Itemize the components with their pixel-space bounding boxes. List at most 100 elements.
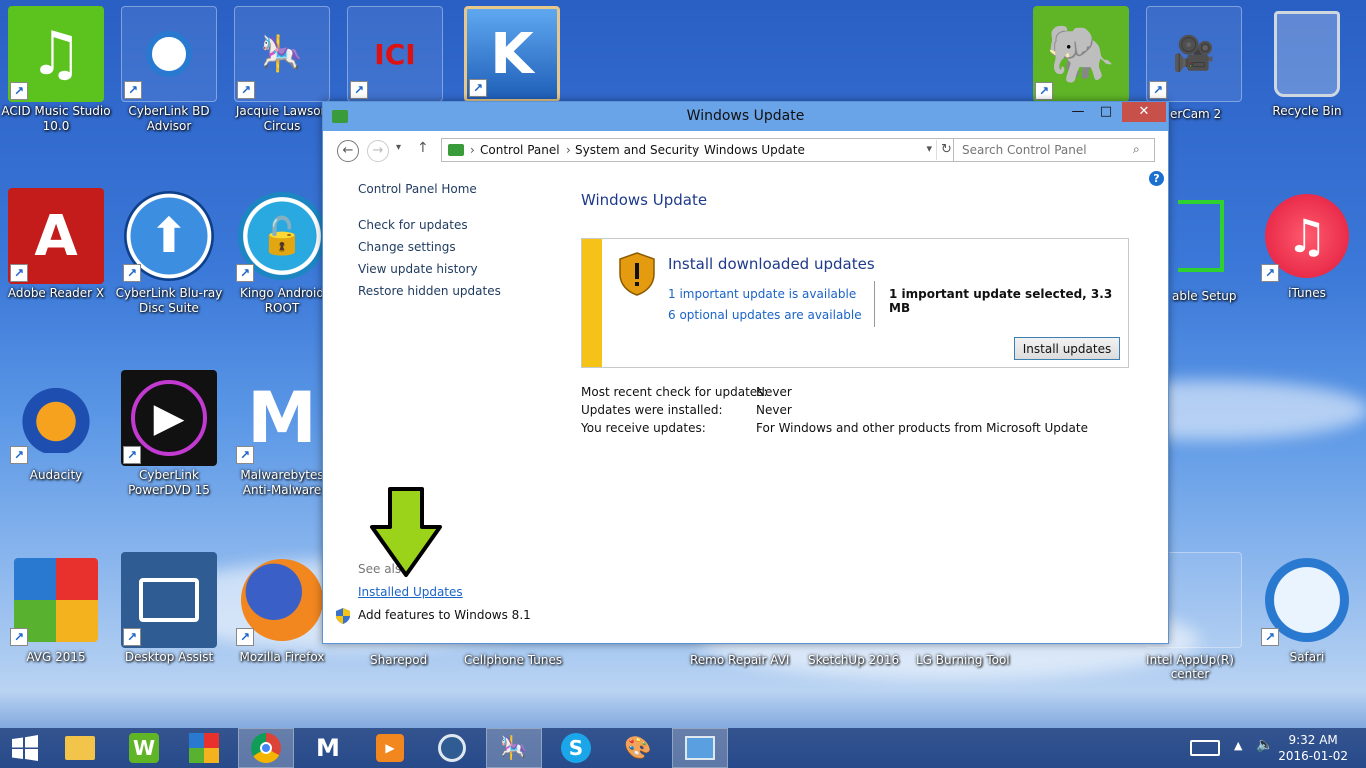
taskbar-control-panel[interactable] <box>672 728 728 768</box>
k5-icon: K ↗ <box>464 6 560 102</box>
update-info: Most recent check for updates: Never Upda… <box>581 385 1141 439</box>
install-updates-button[interactable]: Install updates <box>1014 337 1120 360</box>
tray-chevron-icon[interactable]: ▲ <box>1234 739 1242 752</box>
label-lg-burning[interactable]: LG Burning Tool <box>916 653 1010 667</box>
taskbar-file-explorer[interactable] <box>52 728 108 768</box>
windows-logo-icon <box>12 735 38 761</box>
nav-control-panel-home[interactable]: Control Panel Home <box>358 182 501 196</box>
desktop-icon-acid[interactable]: ♫ ↗ ACID Music Studio 10.0 <box>0 6 112 156</box>
help-icon[interactable]: ? <box>1149 171 1164 186</box>
film-icon <box>438 734 466 762</box>
desktop-assist-icon: ↗ <box>121 552 217 648</box>
play-icon: ▶ <box>376 734 404 762</box>
add-features-link[interactable]: Add features to Windows 8.1 <box>358 608 531 622</box>
panel-heading: Install downloaded updates <box>668 255 875 273</box>
update-status-panel: Install downloaded updates 1 important u… <box>581 238 1129 368</box>
breadcrumb-separator: › <box>470 143 475 157</box>
firefox-icon: ↗ <box>234 552 330 648</box>
taskbar-wondershare[interactable]: W <box>116 728 172 768</box>
breadcrumb-windows-update[interactable]: Windows Update <box>704 143 805 157</box>
desktop-icon-powerdvd[interactable]: ▶ ↗ CyberLink PowerDVD 15 <box>113 370 225 520</box>
desktop-icon-adobe-reader[interactable]: A ↗ Adobe Reader X <box>0 188 112 338</box>
taskbar-video-tool[interactable] <box>424 728 480 768</box>
control-panel-icon <box>685 736 715 760</box>
close-button[interactable]: ✕ <box>1122 102 1166 122</box>
minimize-button[interactable]: — <box>1064 102 1092 122</box>
desktop-icon-itunes[interactable]: ♫ ↗ iTunes <box>1251 188 1363 338</box>
nav-check-for-updates[interactable]: Check for updates <box>358 218 501 232</box>
avg-icon <box>189 733 219 763</box>
itunes-icon: ♫ ↗ <box>1259 188 1355 284</box>
info-row: Updates were installed: Never <box>581 403 792 417</box>
camera-icon: 🎥 ↗ <box>1146 6 1242 102</box>
clock[interactable]: 9:32 AM 2016-01-02 <box>1278 732 1348 764</box>
optional-updates-link[interactable]: 6 optional updates are available <box>668 308 862 322</box>
label-sharepod[interactable]: Sharepod <box>370 653 427 667</box>
installed-updates-link[interactable]: Installed Updates <box>358 585 463 599</box>
important-updates-link[interactable]: 1 important update is available <box>668 287 856 301</box>
breadcrumb-control-panel[interactable]: Control Panel <box>480 143 560 157</box>
taskbar: W M ▶ 🎠 S 🎨 ▲ 🔈 9:32 AM 2016-01-02 <box>0 728 1366 768</box>
control-panel-icon <box>448 144 464 156</box>
maximize-button[interactable]: □ <box>1092 102 1120 122</box>
w-app-icon: W <box>129 733 159 763</box>
start-button[interactable] <box>0 728 50 768</box>
nav-change-settings[interactable]: Change settings <box>358 240 501 254</box>
desktop-icon-audacity[interactable]: ↗ Audacity <box>0 370 112 520</box>
palette-icon: 🎨 <box>624 735 652 761</box>
malwarebytes-icon: M <box>316 734 340 762</box>
desktop-icon-safari[interactable]: ↗ Safari <box>1251 552 1363 702</box>
desktop-icon-avg[interactable]: ↗ AVG 2015 <box>0 552 112 702</box>
back-button[interactable]: ← <box>337 140 359 162</box>
taskbar-chrome[interactable] <box>238 728 294 768</box>
warning-shield-icon <box>619 252 655 296</box>
status-accent-bar <box>582 239 602 367</box>
keyboard-icon[interactable] <box>1190 740 1220 756</box>
skype-icon: S <box>561 733 591 763</box>
annotation-down-arrow-icon <box>370 487 442 577</box>
taskbar-malwarebytes[interactable]: M <box>300 728 356 768</box>
recent-pages-chevron-icon[interactable]: ▾ <box>396 142 401 153</box>
malwarebytes-icon: M ↗ <box>234 370 330 466</box>
taskbar-skype[interactable]: S <box>548 728 604 768</box>
address-dropdown-chevron-icon[interactable]: ▾ <box>926 142 932 155</box>
desktop-icon-cyberlink-bluray[interactable]: ⬆ ↗ CyberLink Blu-ray Disc Suite <box>113 188 225 338</box>
breadcrumb-separator: › <box>566 143 571 157</box>
label-portable-setup: able Setup <box>1172 289 1237 303</box>
title-bar[interactable]: Windows Update — □ ✕ <box>323 102 1168 131</box>
music-note-icon: ♫ ↗ <box>8 6 104 102</box>
info-row: Most recent check for updates: Never <box>581 385 792 399</box>
volume-icon[interactable]: 🔈 <box>1256 737 1273 753</box>
search-icon[interactable]: ⌕ <box>1133 142 1140 157</box>
nav-restore-hidden-updates[interactable]: Restore hidden updates <box>358 284 501 298</box>
taskbar-jacquie-lawson[interactable]: 🎠 <box>486 728 542 768</box>
adobe-reader-icon: A ↗ <box>8 188 104 284</box>
page-title: Windows Update <box>581 191 708 209</box>
windows-update-window: Windows Update — □ ✕ ← → ▾ ↑ › Control P… <box>322 101 1169 644</box>
forward-button[interactable]: → <box>367 140 389 162</box>
taskbar-media-player[interactable]: ▶ <box>362 728 418 768</box>
setup-icon[interactable] <box>1178 200 1224 272</box>
evernote-icon: 🐘 ↗ <box>1033 6 1129 102</box>
desktop-icon-desktop-assist[interactable]: ↗ Desktop Assist <box>113 552 225 702</box>
label-sketchup[interactable]: SketchUp 2016 <box>808 653 899 667</box>
taskbar-paint[interactable]: 🎨 <box>610 728 666 768</box>
up-arrow-icon[interactable]: ↑ <box>417 140 429 156</box>
breadcrumb-system-security[interactable]: System and Security <box>575 143 699 157</box>
selected-summary: 1 important update selected, 3.3 MB <box>889 287 1113 315</box>
label-intel: Intel AppUp(R) center <box>1146 653 1234 681</box>
taskbar-avg[interactable] <box>176 728 232 768</box>
left-nav: Control Panel Home Check for updates Cha… <box>358 182 501 306</box>
label-hypercam: erCam 2 <box>1170 107 1222 121</box>
folder-icon <box>65 736 95 760</box>
nav-view-update-history[interactable]: View update history <box>358 262 501 276</box>
search-input[interactable] <box>953 138 1155 162</box>
divider <box>874 281 875 327</box>
clock-time: 9:32 AM <box>1288 733 1338 747</box>
desktop-icon-cyberlink-bd[interactable]: ↗ CyberLink BD Advisor <box>113 6 225 156</box>
address-bar[interactable]: › Control Panel › System and Security › … <box>441 138 961 162</box>
upload-arrow-icon: ⬆ ↗ <box>121 188 217 284</box>
desktop-icon-recycle-bin[interactable]: Recycle Bin <box>1251 6 1363 156</box>
label-cellphone-tunes[interactable]: Cellphone Tunes <box>464 653 562 667</box>
label-remo-repair[interactable]: Remo Repair AVI <box>690 653 789 667</box>
